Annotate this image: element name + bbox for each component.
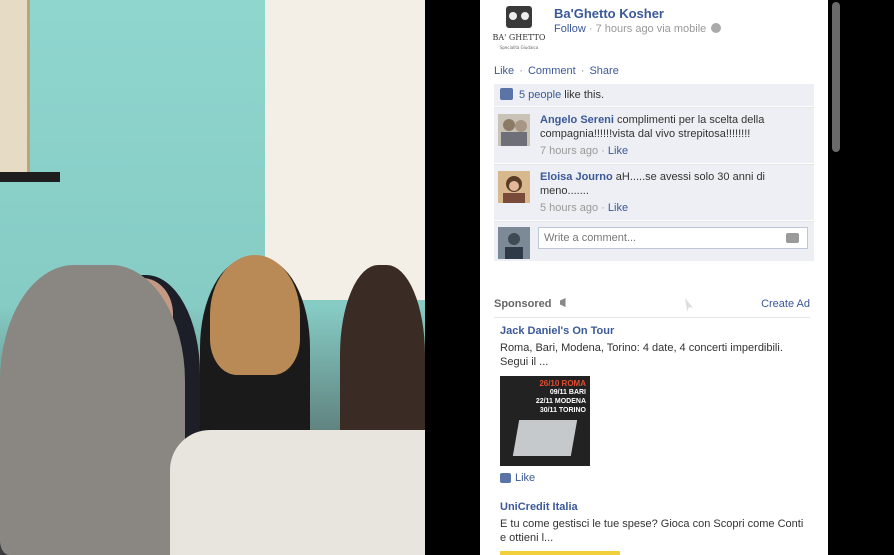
ad-title-link[interactable]: Jack Daniel's On Tour xyxy=(500,325,804,337)
feedback-box: 5 people like this. Angelo Sereni compli… xyxy=(494,84,814,261)
avatar xyxy=(498,227,530,259)
ad-text[interactable]: Roma, Bari, Modena, Torino: 4 date, 4 co… xyxy=(500,341,804,369)
likers-link[interactable]: 5 people xyxy=(519,89,561,101)
post-header: BA' GHETTO Specialità Giudaica Ba'Ghetto… xyxy=(492,4,822,52)
comment-time[interactable]: 7 hours ago xyxy=(540,145,598,157)
comment-like-link[interactable]: Like xyxy=(608,202,628,214)
likes-suffix: like this. xyxy=(561,89,605,101)
follow-link[interactable]: Follow xyxy=(554,23,586,35)
camera-icon[interactable] xyxy=(786,233,799,243)
comment-meta: 7 hours ago · Like xyxy=(540,144,808,158)
post-actions: Like · Comment · Share xyxy=(494,65,619,77)
ad-image[interactable] xyxy=(500,551,620,555)
separator: · xyxy=(580,65,585,77)
comment-author-link[interactable]: Eloisa Journo xyxy=(540,171,613,183)
comment-item: Angelo Sereni complimenti per la scelta … xyxy=(494,107,814,163)
likes-summary: 5 people like this. xyxy=(494,84,814,106)
ad-like-button[interactable]: Like xyxy=(500,472,804,484)
avatar[interactable] xyxy=(498,114,530,146)
sponsored-title: Sponsored xyxy=(494,298,552,310)
logo-subtext: Specialità Giudaica xyxy=(500,45,539,50)
photo-shelf xyxy=(0,172,60,182)
like-thumb-icon xyxy=(500,88,513,100)
photo-person-back xyxy=(0,265,185,555)
ad-image-text: 26/10 ROMA xyxy=(539,379,586,388)
comment-composer: Write a comment... xyxy=(494,221,814,261)
post-panel: BA' GHETTO Specialità Giudaica Ba'Ghetto… xyxy=(480,0,828,555)
photo-person-woman-blonde-hair xyxy=(210,255,300,375)
megaphone-icon[interactable] xyxy=(559,298,566,307)
ad-image-text: 30/11 TORINO xyxy=(539,407,586,414)
sponsored-header: Sponsored Create Ad xyxy=(494,298,810,318)
ad-image-text: 09/11 BARI xyxy=(549,389,586,396)
ad-text[interactable]: E tu come gestisci le tue spese? Gioca c… xyxy=(500,517,804,545)
comment-author-link[interactable]: Angelo Sereni xyxy=(540,114,614,126)
page-name-link[interactable]: Ba'Ghetto Kosher xyxy=(554,6,664,21)
comment-input[interactable]: Write a comment... xyxy=(538,227,808,249)
photo-wall xyxy=(265,0,425,300)
photo-table xyxy=(170,430,425,555)
comment-time[interactable]: 5 hours ago xyxy=(540,202,598,214)
post-timestamp[interactable]: · 7 hours ago via mobile xyxy=(589,23,706,35)
comment-meta: 5 hours ago · Like xyxy=(540,201,808,215)
like-link[interactable]: Like xyxy=(494,65,514,77)
ad-title-link[interactable]: UniCredit Italia xyxy=(500,501,804,513)
separator: · xyxy=(519,65,523,77)
globe-icon xyxy=(711,23,722,33)
separator: · xyxy=(598,202,608,214)
ad-item[interactable]: UniCredit Italia E tu come gestisci le t… xyxy=(494,494,810,555)
photo-frame xyxy=(0,0,30,175)
share-link[interactable]: Share xyxy=(589,65,618,77)
sponsored-section: Sponsored Create Ad Jack Daniel's On Tou… xyxy=(494,298,810,555)
ad-image-text: 22/11 MODENA xyxy=(535,398,586,405)
ad-image[interactable]: 26/10 ROMA 09/11 BARI 22/11 MODENA 30/11… xyxy=(500,376,590,466)
comment-input-placeholder: Write a comment... xyxy=(544,232,637,244)
like-thumb-icon xyxy=(500,473,511,483)
comment-item: Eloisa Journo aH.....se avessi solo 30 a… xyxy=(494,164,814,220)
page-logo-icon[interactable]: BA' GHETTO Specialità Giudaica xyxy=(492,4,546,52)
ad-like-label: Like xyxy=(515,472,536,484)
comment-link[interactable]: Comment xyxy=(528,65,576,77)
logo-text: BA' GHETTO xyxy=(493,33,546,42)
ad-image-map xyxy=(512,420,578,456)
separator: · xyxy=(598,145,608,157)
scrollbar[interactable] xyxy=(832,2,840,152)
create-ad-link[interactable]: Create Ad xyxy=(761,298,810,310)
ad-item[interactable]: Jack Daniel's On Tour Roma, Bari, Modena… xyxy=(494,318,810,484)
post-subline: Follow · 7 hours ago via mobile xyxy=(554,23,722,35)
post-photo[interactable] xyxy=(0,0,425,555)
avatar[interactable] xyxy=(498,171,530,203)
comment-like-link[interactable]: Like xyxy=(608,145,628,157)
